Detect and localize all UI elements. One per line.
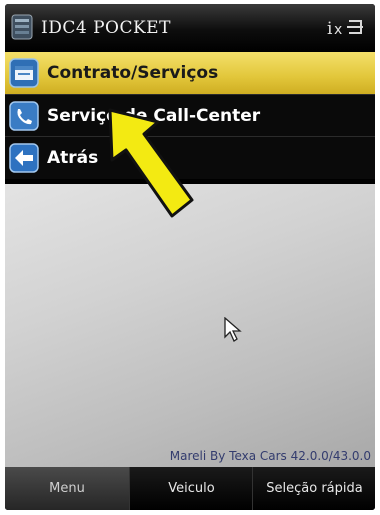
menu-item-contrato-servicos[interactable]: Contrato/Serviços xyxy=(5,52,375,94)
annotation-arrow-icon xyxy=(108,108,194,218)
device-screen: IDC4 POCKET i x Contrato/Serviços Serviç… xyxy=(5,4,375,510)
softkey-veiculo[interactable]: Veiculo xyxy=(129,467,253,510)
app-title: IDC4 POCKET xyxy=(41,18,171,38)
menu-item-label: Atrás xyxy=(47,148,99,168)
document-window-icon xyxy=(9,58,39,88)
photo-frame: IDC4 POCKET i x Contrato/Serviços Serviç… xyxy=(0,0,380,515)
title-bar: IDC4 POCKET i x xyxy=(5,4,375,52)
menu-item-label: Contrato/Serviços xyxy=(47,63,219,83)
version-text: Mareli By Texa Cars 42.0.0/43.0.0 xyxy=(169,449,371,463)
phone-icon xyxy=(9,101,39,131)
softkey-menu[interactable]: Menu xyxy=(5,467,129,510)
mouse-cursor-icon xyxy=(224,317,242,342)
signal-status-icon[interactable]: i x xyxy=(327,16,365,38)
windows-start-icon[interactable] xyxy=(11,14,33,40)
svg-text:i: i xyxy=(327,19,333,38)
content-area: Mareli By Texa Cars 42.0.0/43.0.0 xyxy=(5,184,375,467)
softkey-selecao-rapida[interactable]: Seleção rápida xyxy=(252,467,375,510)
back-arrow-icon xyxy=(9,143,39,173)
softkey-bar: Menu Veiculo Seleção rápida xyxy=(5,467,375,510)
svg-text:x: x xyxy=(334,22,342,38)
